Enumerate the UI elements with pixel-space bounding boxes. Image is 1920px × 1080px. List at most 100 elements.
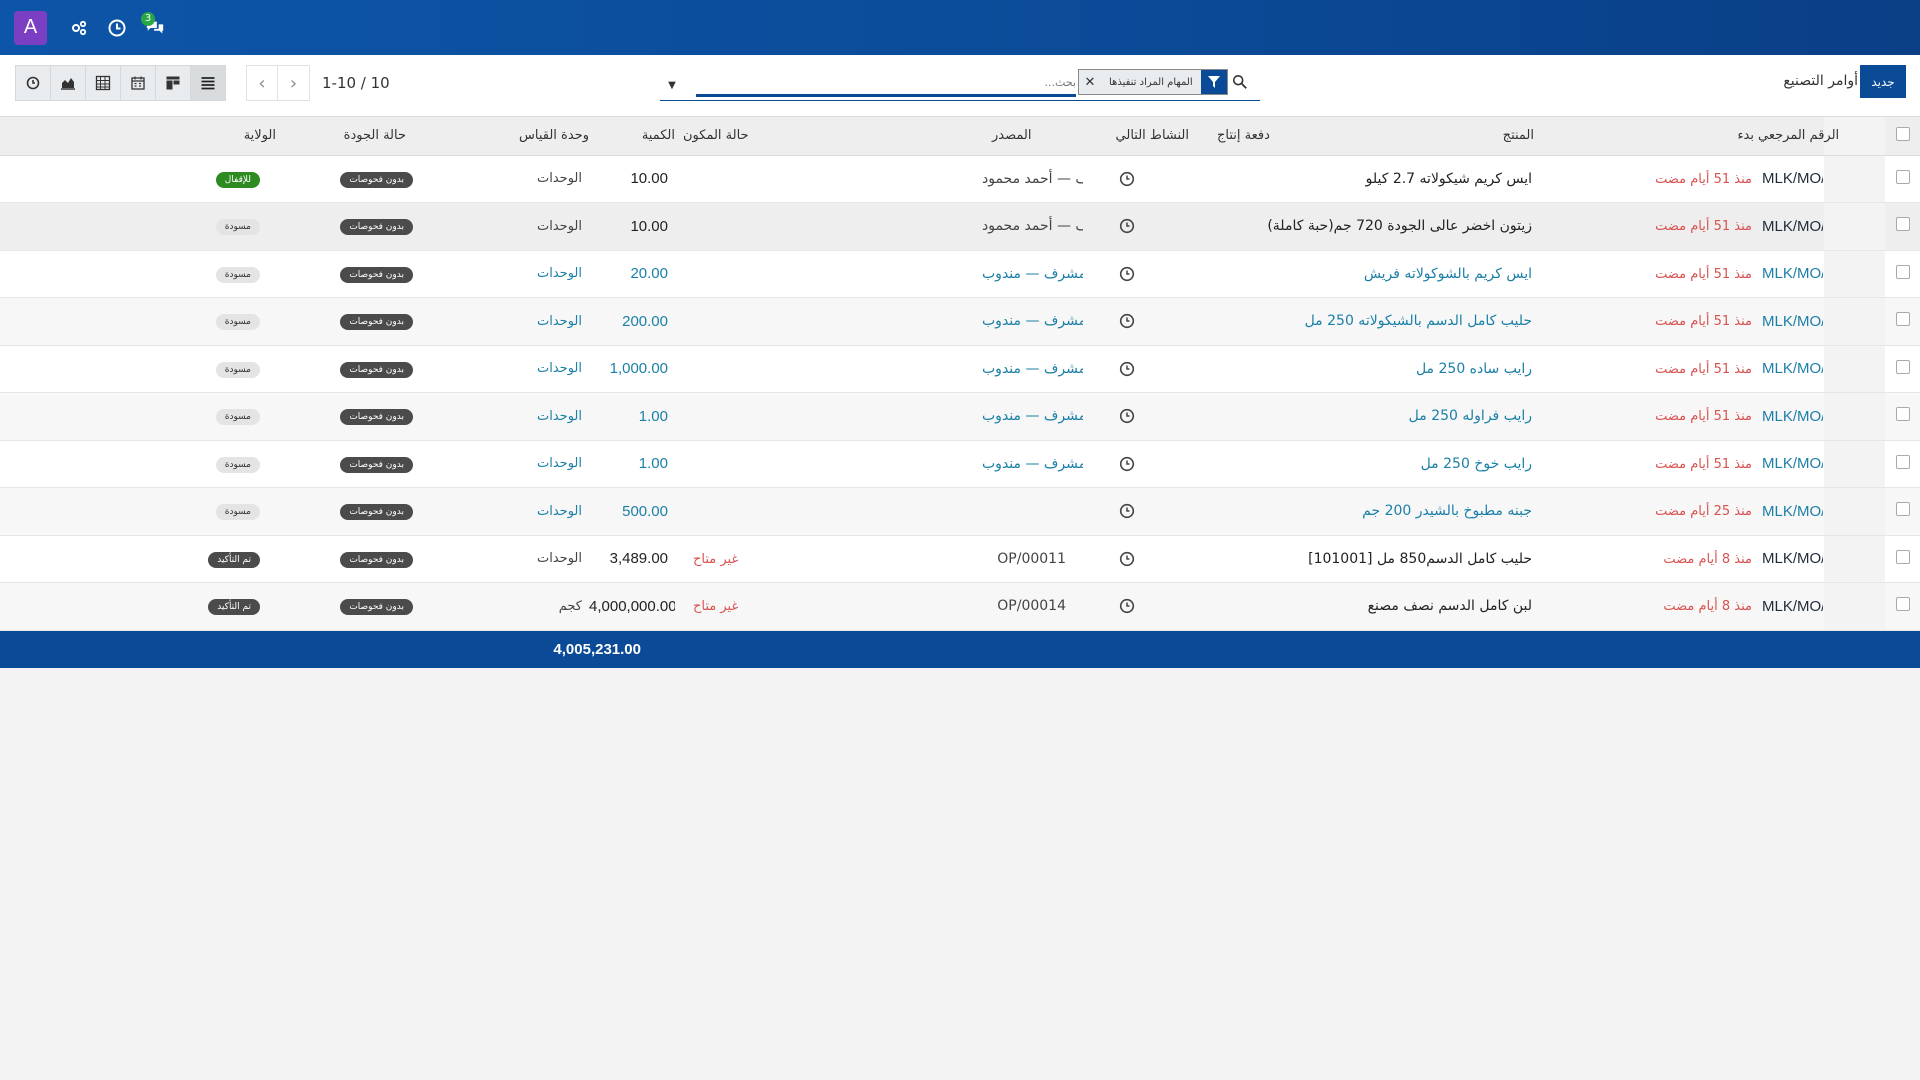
activity-clock-icon[interactable] — [1119, 313, 1135, 329]
state-badge: مسودة — [215, 266, 260, 283]
row-checkbox[interactable] — [1895, 359, 1910, 374]
clock-icon[interactable] — [107, 18, 127, 38]
uom-cell: الوحدات — [537, 361, 582, 377]
activity-clock-icon[interactable] — [1119, 503, 1135, 519]
row-checkbox[interactable] — [1895, 502, 1910, 517]
search-facet: ✕ المهام المراد تنفيذها — [1078, 69, 1228, 95]
pager-value[interactable]: 1-10 / 10 — [322, 74, 390, 92]
row-checkbox[interactable] — [1895, 312, 1910, 327]
row-checkbox[interactable] — [1895, 454, 1910, 469]
activity-clock-icon[interactable] — [1119, 598, 1135, 614]
state-badge: مسودة — [215, 361, 260, 378]
activity-clock-icon[interactable] — [1119, 551, 1135, 567]
table-row[interactable]: مسودة بدون فحوصات الوحدات 20.00 تكليف المشرف… — [0, 250, 1920, 298]
product-cell: [101001] حليب كامل الدسم850 مل — [1308, 550, 1532, 567]
activity-clock-icon[interactable] — [1119, 361, 1135, 377]
list-view-button[interactable] — [190, 65, 226, 101]
activity-clock-icon[interactable] — [1119, 218, 1135, 234]
chevron-right-icon: › — [289, 72, 298, 94]
col-uom[interactable]: وحدة القياس — [428, 117, 589, 155]
product-cell: جبنه مطبوخ بالشيدر 200 جم — [1362, 503, 1532, 520]
settings-share-icon[interactable] — [69, 18, 89, 38]
state-badge: تم التأكيد — [208, 599, 260, 616]
search-button[interactable] — [1232, 74, 1250, 92]
col-state[interactable]: الولاية — [200, 117, 322, 155]
table-row[interactable]: مسودة بدون فحوصات الوحدات 500.00 جبنه مطبوخ … — [0, 487, 1920, 535]
source-cell[interactable]: تكليف المشرف — مندوب RBAC (copy) — [982, 456, 1083, 472]
source-cell[interactable]: تكليف المشرف — مندوب RBAC (copy) — [982, 361, 1083, 377]
app-avatar[interactable]: A — [14, 10, 47, 45]
chat-icon[interactable]: 3 — [141, 11, 165, 38]
table-row[interactable]: للإقفال بدون فحوصات الوحدات 10.00 تكليف المش… — [0, 155, 1920, 203]
start-cell: منذ 8 أيام مضت — [1663, 599, 1752, 615]
table-row[interactable]: مسودة بدون فحوصات الوحدات 1,000.00 تكليف الم… — [0, 345, 1920, 393]
col-component-status-label[interactable]: حالة المكون — [683, 128, 749, 143]
product-cell: حليب كامل الدسم بالشيكولاته 250 مل — [1304, 313, 1532, 330]
product-cell: ايس كريم بالشوكولاته فريش — [1363, 265, 1532, 282]
pager-next-button[interactable]: › — [278, 65, 310, 101]
activity-view-button[interactable] — [15, 65, 51, 101]
source-cell: تكليف المشرف — أحمد محمود — [982, 218, 1083, 235]
search-options-toggle[interactable]: ▼ — [660, 73, 684, 97]
reference-value: MLK/MO/00007 — [1762, 407, 1823, 425]
search-input[interactable] — [696, 71, 1076, 97]
source-cell: تكليف المشرف — أحمد محمود — [982, 170, 1083, 187]
quality-badge: بدون فحوصات — [340, 504, 413, 521]
source-cell[interactable]: تكليف المشرف — مندوب RBAC (copy) — [982, 313, 1083, 329]
pivot-view-button[interactable] — [85, 65, 121, 101]
col-quantity[interactable]: الكمية — [589, 117, 675, 155]
reference-cell: MLK/MO/00003☆ — [1762, 203, 1823, 251]
activity-clock-icon[interactable] — [1119, 408, 1135, 424]
table-row[interactable]: مسودة بدون فحوصات الوحدات 1.00 تكليف المشرف … — [0, 392, 1920, 440]
row-checkbox[interactable] — [1895, 264, 1910, 279]
state-badge: تم التأكيد — [208, 551, 260, 568]
facet-remove-button[interactable]: ✕ — [1079, 70, 1101, 94]
quantity-cell: 4,000,000.00 — [589, 597, 675, 615]
source-cell[interactable]: تكليف المشرف — مندوب RBAC (copy) — [982, 408, 1083, 424]
table-row[interactable]: مسودة بدون فحوصات الوحدات 10.00 تكليف المشرف… — [0, 202, 1920, 251]
col-next-activity[interactable]: النشاط التالي — [1083, 117, 1197, 155]
source-cell: OP/00011 — [997, 550, 1066, 567]
quality-badge: بدون فحوصات — [340, 314, 413, 331]
quantity-cell: 10.00 — [630, 170, 668, 188]
row-checkbox[interactable] — [1895, 169, 1910, 184]
activity-clock-icon[interactable] — [1119, 456, 1135, 472]
caret-down-icon: ▼ — [668, 79, 676, 91]
area-chart-icon — [61, 78, 75, 90]
uom-cell: الوحدات — [537, 313, 582, 329]
graph-view-button[interactable] — [50, 65, 86, 101]
row-checkbox[interactable] — [1895, 597, 1910, 612]
col-product[interactable]: المنتج — [1503, 128, 1594, 143]
table-row[interactable]: مسودة بدون فحوصات الوحدات 1.00 تكليف المشرف … — [0, 440, 1920, 488]
reference-value: MLK/MO/00003 — [1762, 217, 1823, 235]
table-row[interactable]: تم التأكيد بدون فحوصات الوحدات 3,489.00 غير … — [0, 535, 1920, 583]
col-start[interactable]: بدء — [1602, 117, 1774, 155]
activity-clock-icon[interactable] — [1119, 266, 1135, 282]
calendar-view-button[interactable] — [120, 65, 156, 101]
source-cell[interactable]: تكليف المشرف — مندوب RBAC — [982, 266, 1083, 282]
table-row[interactable]: تم التأكيد بدون فحوصات كجم 4,000,000.00 غير … — [0, 582, 1920, 630]
pager-previous-button[interactable]: ‹ — [246, 65, 278, 101]
uom-cell: الوحدات — [537, 503, 582, 519]
row-checkbox[interactable] — [1895, 217, 1910, 232]
list-icon — [201, 77, 215, 90]
col-quality[interactable]: حالة الجودة — [322, 117, 428, 155]
top-navbar: A 3 — [0, 0, 1920, 55]
col-lot[interactable]: دفعة إنتاج — [1217, 128, 1270, 143]
state-badge: مسودة — [215, 409, 260, 426]
kanban-view-button[interactable] — [155, 65, 191, 101]
product-cell: رايب ساده 250 مل — [1415, 360, 1532, 377]
select-all-checkbox[interactable] — [1895, 126, 1910, 141]
source-cell: OP/00014 — [997, 598, 1066, 615]
breadcrumb: أوامر التصنيع — [1783, 73, 1858, 89]
row-checkbox[interactable] — [1895, 407, 1910, 422]
col-reference[interactable]: الرقم المرجعي — [1758, 117, 1839, 155]
table-row[interactable]: مسودة بدون فحوصات الوحدات 200.00 تكليف المشر… — [0, 297, 1920, 345]
row-checkbox[interactable] — [1895, 549, 1910, 564]
new-button[interactable]: جديد — [1860, 65, 1906, 98]
activity-clock-icon[interactable] — [1119, 171, 1135, 187]
col-source[interactable]: المصدر — [982, 117, 1083, 155]
reference-value: MLK/MO/00039 — [1762, 550, 1823, 568]
start-cell: منذ 8 أيام مضت — [1663, 551, 1752, 567]
start-cell: منذ 51 أيام مضت — [1655, 219, 1752, 235]
